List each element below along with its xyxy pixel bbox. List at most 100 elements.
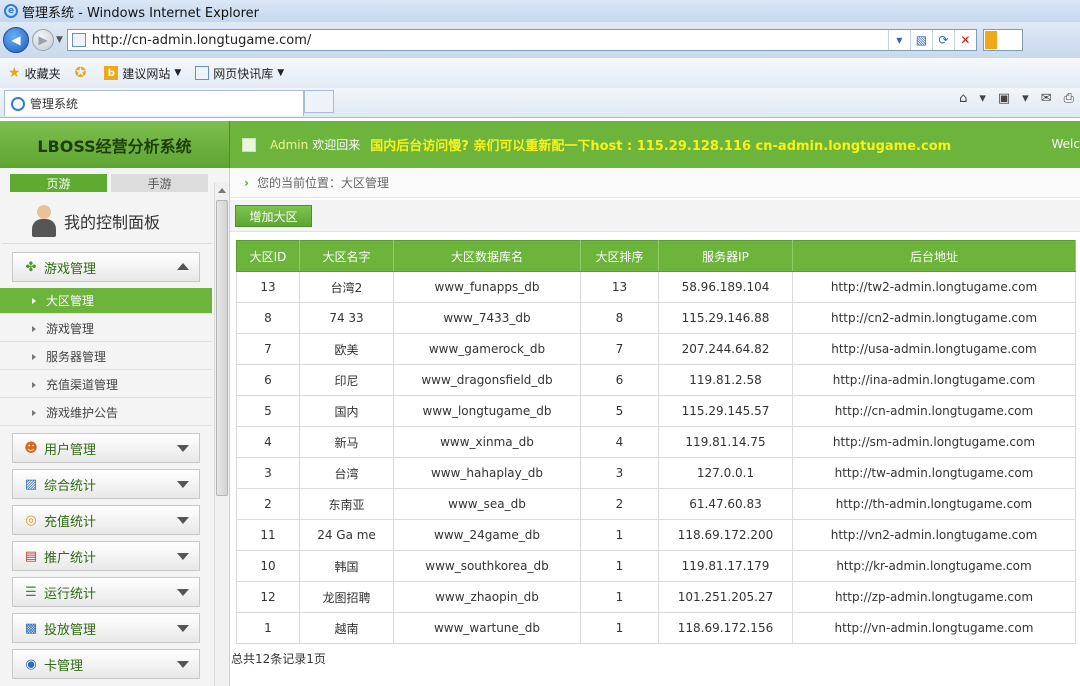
address-dropdown-icon[interactable]: ▾ bbox=[887, 30, 910, 50]
back-button[interactable]: ◀ bbox=[3, 27, 29, 53]
sidebar-item-region-management[interactable]: 大区管理 bbox=[0, 288, 212, 314]
table-row[interactable]: 7 欧美 www_gamerock_db 7 207.244.64.82 http://u… bbox=[236, 333, 1076, 365]
table-cell: 101.251.205.27 bbox=[658, 581, 793, 613]
new-tab-button[interactable] bbox=[304, 90, 334, 113]
chevron-down-icon[interactable]: ▾ bbox=[1022, 91, 1029, 106]
menu-label: 投放管理 bbox=[44, 622, 97, 638]
coins-icon: ◎ bbox=[25, 512, 37, 528]
table-row[interactable]: 3 台湾 www_hahaplay_db 3 127.0.0.1 http://tw-ad… bbox=[236, 457, 1076, 489]
control-panel-header[interactable]: 我的控制面板 bbox=[2, 198, 212, 244]
table-cell: http://sm-admin.longtugame.com bbox=[792, 426, 1076, 458]
suggested-sites-button[interactable]: b 建议网站 ▼ bbox=[104, 65, 181, 82]
tab-mobile-games[interactable]: 手游 bbox=[111, 174, 208, 192]
table-cell: 7 bbox=[580, 333, 659, 365]
tab-management-system[interactable]: 管理系统 bbox=[4, 90, 304, 116]
table-row[interactable]: 1 越南 www_wartune_db 1 118.69.172.156 http://v… bbox=[236, 612, 1076, 644]
chevron-down-icon bbox=[177, 445, 189, 452]
add-favorite-icon: ✪ bbox=[74, 65, 87, 81]
table-cell: www_7433_db bbox=[393, 302, 581, 334]
table-row[interactable]: 6 印尼 www_dragonsfield_db 6 119.81.2.58 http:/… bbox=[236, 364, 1076, 396]
compatibility-view-icon[interactable]: ▧ bbox=[909, 30, 932, 50]
add-favorite-button[interactable]: ✪ bbox=[75, 65, 91, 81]
history-dropdown-icon[interactable]: ▼ bbox=[56, 35, 63, 45]
sidebar-item-server-management[interactable]: 服务器管理 bbox=[0, 344, 212, 370]
table-cell: 6 bbox=[580, 364, 659, 396]
forward-button[interactable]: ▶ bbox=[32, 29, 54, 51]
table-cell: 10 bbox=[236, 550, 300, 582]
search-box[interactable] bbox=[982, 29, 1023, 51]
sidebar-scrollbar[interactable] bbox=[214, 182, 229, 686]
tab-bar: 管理系统 ⌂ ▾ ▣ ▾ ✉ ⎙ bbox=[0, 88, 1080, 118]
chevron-down-icon[interactable]: ▾ bbox=[979, 91, 986, 106]
refresh-icon[interactable]: ⟳ bbox=[931, 30, 954, 50]
tab-web-games[interactable]: 页游 bbox=[10, 174, 107, 192]
favorites-button[interactable]: ★ 收藏夹 bbox=[8, 65, 61, 82]
table-cell: www_funapps_db bbox=[393, 271, 581, 303]
ad-icon: ▩ bbox=[24, 620, 38, 636]
table-cell: 8 bbox=[580, 302, 659, 334]
table-row[interactable]: 10 韩国 www_southkorea_db 1 119.81.17.179 http:… bbox=[236, 550, 1076, 582]
table-row[interactable]: 5 国内 www_longtugame_db 5 115.29.145.57 http:/… bbox=[236, 395, 1076, 427]
table-row[interactable]: 2 东南亚 www_sea_db 2 61.47.60.83 http://th-admi… bbox=[236, 488, 1076, 520]
sidebar-item-recharge-channel[interactable]: 充值渠道管理 bbox=[0, 372, 212, 398]
user-icon: ☻ bbox=[24, 440, 38, 456]
print-icon[interactable]: ⎙ bbox=[1064, 91, 1074, 106]
table-row[interactable]: 8 74 33 www_7433_db 8 115.29.146.88 http://cn… bbox=[236, 302, 1076, 334]
table-cell: 2 bbox=[236, 488, 300, 520]
favorites-label: 收藏夹 bbox=[24, 66, 61, 81]
table-cell: 12 bbox=[236, 581, 300, 613]
table-cell: 11 bbox=[236, 519, 300, 551]
chevron-up-icon bbox=[177, 263, 189, 270]
sidebar-item-maintenance-notice[interactable]: 游戏维护公告 bbox=[0, 400, 212, 426]
bing-icon bbox=[984, 31, 997, 49]
web-slice-gallery-button[interactable]: 网页快讯库 ▼ bbox=[195, 65, 284, 82]
chevron-down-icon: ▼ bbox=[277, 68, 285, 78]
list-icon: ☰ bbox=[25, 584, 37, 600]
address-field[interactable]: http://cn-admin.longtugame.com/ ▾ ▧ ⟳ ✕ bbox=[66, 29, 977, 51]
menu-game-management[interactable]: ✤ 游戏管理 bbox=[12, 252, 200, 282]
mail-icon[interactable]: ✉ bbox=[1041, 91, 1052, 106]
scroll-up-icon[interactable] bbox=[218, 188, 226, 193]
table-cell: 8 bbox=[236, 302, 300, 334]
table-cell: http://cn-admin.longtugame.com bbox=[792, 395, 1076, 427]
table-cell: 2 bbox=[580, 488, 659, 520]
table-row[interactable]: 4 新马 www_xinma_db 4 119.81.14.75 http://sm-ad… bbox=[236, 426, 1076, 458]
menu-ad-management[interactable]: ▩ 投放管理 bbox=[12, 613, 200, 643]
add-region-button[interactable]: 增加大区 bbox=[235, 205, 312, 227]
table-cell: www_longtugame_db bbox=[393, 395, 581, 427]
table-cell: 4 bbox=[580, 426, 659, 458]
table-cell: www_zhaopin_db bbox=[393, 581, 581, 613]
page-icon bbox=[71, 33, 86, 47]
table-cell: www_hahaplay_db bbox=[393, 457, 581, 489]
menu-promotion-stats[interactable]: ▤ 推广统计 bbox=[12, 541, 200, 571]
menu-overall-stats[interactable]: ▨ 综合统计 bbox=[12, 469, 200, 499]
table-row[interactable]: 11 24 Ga me www_24game_db 1 118.69.172.200 ht… bbox=[236, 519, 1076, 551]
stop-icon[interactable]: ✕ bbox=[953, 30, 976, 50]
table-cell: 119.81.14.75 bbox=[658, 426, 793, 458]
chevron-right-icon: › bbox=[244, 175, 249, 190]
scrollbar-thumb[interactable] bbox=[216, 200, 228, 496]
table-row[interactable]: 12 龙图招聘 www_zhaopin_db 1 101.251.205.27 http:… bbox=[236, 581, 1076, 613]
menu-recharge-stats[interactable]: ◎ 充值统计 bbox=[12, 505, 200, 535]
column-header: 后台地址 bbox=[792, 240, 1076, 272]
menu-operation-stats[interactable]: ☰ 运行统计 bbox=[12, 577, 200, 607]
host-notice: 国内后台访问慢? 亲们可以重新配一下host : 115.29.128.116 … bbox=[370, 139, 952, 154]
tab-title: 管理系统 bbox=[30, 97, 79, 111]
table-cell: 3 bbox=[580, 457, 659, 489]
welcome-right: Welc bbox=[1051, 137, 1080, 151]
menu-user-management[interactable]: ☻ 用户管理 bbox=[12, 433, 200, 463]
control-panel-title: 我的控制面板 bbox=[64, 212, 161, 232]
sidebar-item-game-management[interactable]: 游戏管理 bbox=[0, 316, 212, 342]
table-cell: 越南 bbox=[299, 612, 394, 644]
card-icon: ◉ bbox=[25, 656, 37, 672]
table-row[interactable]: 13 台湾2 www_funapps_db 13 58.96.189.104 http:/… bbox=[236, 271, 1076, 303]
url-text[interactable]: http://cn-admin.longtugame.com/ bbox=[92, 33, 888, 48]
home-icon[interactable]: ⌂ bbox=[959, 91, 967, 106]
feeds-icon[interactable]: ▣ bbox=[998, 91, 1010, 106]
chart-icon: ▤ bbox=[24, 548, 38, 564]
table-cell: 东南亚 bbox=[299, 488, 394, 520]
menu-card-management[interactable]: ◉ 卡管理 bbox=[12, 649, 200, 679]
table-cell: 13 bbox=[580, 271, 659, 303]
column-header: 服务器IP bbox=[658, 240, 793, 272]
chevron-down-icon bbox=[177, 589, 189, 596]
